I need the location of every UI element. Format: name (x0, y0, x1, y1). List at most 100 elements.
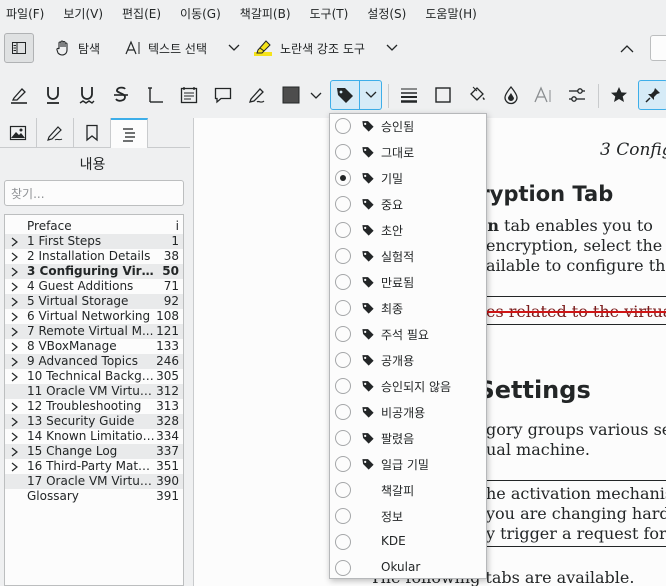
squiggly-underline-button[interactable] (74, 82, 100, 108)
stamp-menu-item[interactable]: 실험적 (330, 244, 486, 270)
menu-item[interactable]: 설정(S) (367, 5, 406, 22)
chevron-right-icon[interactable] (11, 267, 18, 277)
highlight-tool-button[interactable]: 노란색 강조 도구 (252, 34, 365, 62)
radio-button[interactable] (335, 326, 351, 342)
stamp-dropdown[interactable] (360, 80, 382, 110)
toc-row[interactable]: 13 Security Guide 328 (5, 414, 183, 429)
chevron-right-icon[interactable] (11, 312, 18, 322)
chevron-right-icon[interactable] (11, 447, 18, 457)
chevron-right-icon[interactable] (11, 417, 18, 427)
stamp-menu-item[interactable]: 책갈피 (330, 478, 486, 504)
menu-item[interactable]: 도움말(H) (425, 5, 477, 22)
chevron-right-icon[interactable] (11, 402, 18, 412)
menu-item[interactable]: 보기(V) (63, 5, 103, 22)
chevron-right-icon[interactable] (11, 237, 18, 247)
tab-annotations[interactable] (37, 118, 74, 148)
toc-row[interactable]: 9 Advanced Topics 246 (5, 354, 183, 369)
stamp-menu-item[interactable]: 팔렸음 (330, 426, 486, 452)
highlight-annotation-button[interactable] (6, 82, 32, 108)
tab-thumbnails[interactable] (0, 118, 37, 148)
annotation-settings-button[interactable] (564, 82, 590, 108)
toc-row[interactable]: 15 Change Log 337 (5, 444, 183, 459)
toc-row[interactable]: 3 Configuring Virtu... 50 (5, 264, 183, 279)
toc-row[interactable]: 8 VBoxManage 133 (5, 339, 183, 354)
opacity-button[interactable] (498, 82, 524, 108)
stamp-button[interactable] (330, 80, 360, 110)
typewriter-button[interactable] (142, 82, 168, 108)
stamp-menu-item[interactable]: 만료됨 (330, 270, 486, 296)
radio-button[interactable] (335, 352, 351, 368)
stamp-menu-item[interactable]: Okular (330, 556, 486, 582)
toc-row[interactable]: Preface i (5, 219, 183, 234)
radio-button[interactable] (335, 482, 351, 498)
browse-tool-button[interactable]: 탐색 (54, 34, 100, 62)
menu-item[interactable]: 책갈피(B) (240, 5, 291, 22)
stamp-menu-item[interactable]: 승인되지 않음 (330, 374, 486, 400)
line-color-button[interactable] (430, 82, 456, 108)
inline-note-button[interactable] (176, 82, 202, 108)
radio-button[interactable] (335, 534, 351, 550)
toc-search-input[interactable]: 찾기... (4, 180, 184, 206)
chevron-right-icon[interactable] (11, 282, 18, 292)
chevron-right-icon[interactable] (11, 297, 18, 307)
text-select-dropdown[interactable] (225, 38, 243, 58)
radio-button[interactable] (335, 118, 351, 134)
radio-button[interactable] (335, 404, 351, 420)
menu-item[interactable]: 이동(G) (180, 5, 221, 22)
menu-item[interactable]: 편집(E) (122, 5, 161, 22)
toc-row[interactable]: 12 Troubleshooting 313 (5, 399, 183, 414)
stamp-menu-item[interactable]: 일급 기밀 (330, 452, 486, 478)
tab-contents[interactable] (111, 118, 148, 148)
highlight-tool-dropdown[interactable] (383, 38, 401, 58)
radio-button[interactable] (335, 378, 351, 394)
radio-button[interactable] (335, 222, 351, 238)
chevron-right-icon[interactable] (11, 252, 18, 262)
toc-row[interactable]: 2 Installation Details 38 (5, 249, 183, 264)
favorite-button[interactable] (606, 82, 632, 108)
stamp-menu-item[interactable]: 기밀 (330, 166, 486, 192)
toc-row[interactable]: 14 Known Limitations 334 (5, 429, 183, 444)
font-button[interactable] (530, 82, 556, 108)
pin-button[interactable] (638, 80, 666, 110)
line-width-button[interactable] (396, 82, 422, 108)
toc-row[interactable]: 5 Virtual Storage 92 (5, 294, 183, 309)
radio-button[interactable] (335, 170, 351, 186)
stamp-menu-item[interactable]: 비공개용 (330, 400, 486, 426)
toc-row[interactable]: 16 Third-Party Mate... 351 (5, 459, 183, 474)
strikeout-button[interactable] (108, 82, 134, 108)
stamp-menu-item[interactable]: 초안 (330, 218, 486, 244)
toc-row[interactable]: 11 Oracle VM Virtua... 312 (5, 384, 183, 399)
radio-button[interactable] (335, 508, 351, 524)
radio-button[interactable] (335, 274, 351, 290)
chevron-right-icon[interactable] (11, 432, 18, 442)
toc-row[interactable]: 7 Remote Virtual M... 121 (5, 324, 183, 339)
stamp-menu-item[interactable]: 중요 (330, 192, 486, 218)
radio-button[interactable] (335, 300, 351, 316)
menu-item[interactable]: 도구(T) (310, 5, 349, 22)
stamp-menu-item[interactable]: 승인됨 (330, 114, 486, 140)
chevron-right-icon[interactable] (11, 462, 18, 472)
underline-button[interactable] (40, 82, 66, 108)
stamp-menu-item[interactable]: 최종 (330, 296, 486, 322)
tab-bookmarks[interactable] (74, 118, 111, 148)
stamp-menu-item[interactable]: 정보 (330, 504, 486, 530)
radio-button[interactable] (335, 248, 351, 264)
toc-row[interactable]: 6 Virtual Networking 108 (5, 309, 183, 324)
toc-row[interactable]: 17 Oracle VM Virtua... 390 (5, 474, 183, 489)
stamp-menu-item[interactable]: 주석 필요 (330, 322, 486, 348)
shape-button[interactable] (278, 82, 304, 108)
stamp-menu-item[interactable]: 그대로 (330, 140, 486, 166)
shape-dropdown[interactable] (308, 86, 324, 106)
sidebar-toggle-button[interactable] (4, 33, 34, 63)
chevron-right-icon[interactable] (11, 372, 18, 382)
toc-row[interactable]: 10 Technical Backgr... 305 (5, 369, 183, 384)
text-select-button[interactable]: 텍스트 선택 (124, 34, 207, 62)
radio-button[interactable] (335, 456, 351, 472)
chevron-right-icon[interactable] (11, 327, 18, 337)
radio-button[interactable] (335, 196, 351, 212)
stamp-menu-item[interactable]: 공개용 (330, 348, 486, 374)
toc-row[interactable]: 1 First Steps 1 (5, 234, 183, 249)
toc-row[interactable]: 4 Guest Additions 71 (5, 279, 183, 294)
menu-item[interactable]: 파일(F) (6, 5, 44, 22)
chevron-right-icon[interactable] (11, 342, 18, 352)
